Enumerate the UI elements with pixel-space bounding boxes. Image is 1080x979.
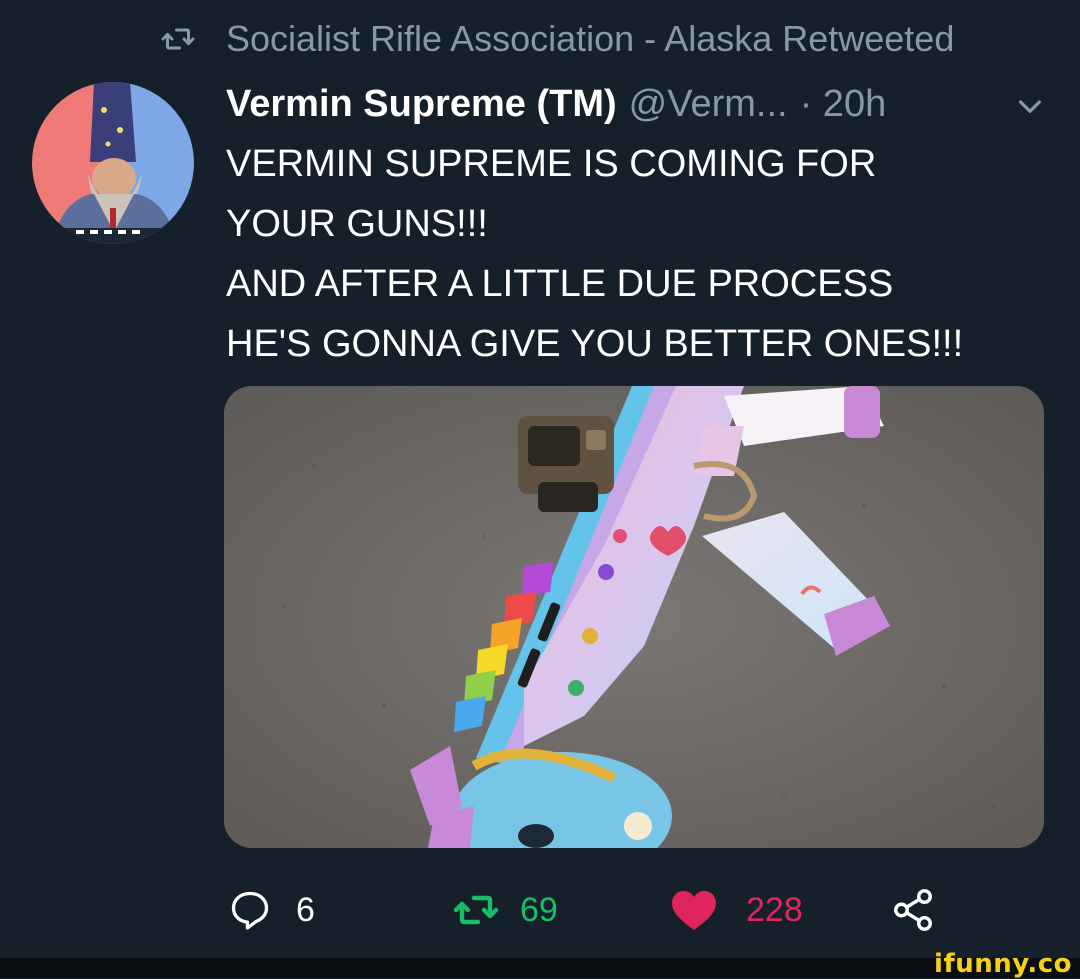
tweet-text-line: HE'S GONNA GIVE YOU BETTER ONES!!!	[226, 323, 964, 365]
tweet-text-line: YOUR GUNS!!!	[226, 203, 488, 245]
tweet-text-line: AND AFTER A LITTLE DUE PROCESS	[226, 263, 894, 305]
share-icon	[894, 889, 932, 931]
share-button[interactable]	[890, 880, 936, 940]
user-handle[interactable]: @Verm...	[629, 83, 788, 126]
retweet-context-text: Socialist Rifle Association - Alaska Ret…	[226, 18, 955, 59]
tweet-actions: 6 69 228	[224, 880, 984, 940]
heart-icon	[672, 891, 716, 930]
retweet-icon	[161, 28, 195, 50]
retweet-button[interactable]: 69	[452, 880, 558, 940]
retweet-context[interactable]: Socialist Rifle Association - Alaska Ret…	[160, 14, 954, 64]
retweet-count: 69	[520, 890, 558, 929]
reply-button[interactable]: 6	[228, 880, 315, 940]
tweet-media-image[interactable]	[224, 386, 1044, 848]
reply-count: 6	[296, 890, 315, 929]
tweet-header: Vermin Supreme (TM) @Verm... · 20h	[226, 78, 886, 130]
like-count: 228	[746, 890, 803, 929]
ifunny-watermark: ifunny.co	[934, 949, 1072, 979]
reply-icon	[231, 891, 269, 930]
retweet-icon	[453, 895, 499, 925]
avatar[interactable]	[32, 82, 194, 244]
tweet-time[interactable]: · 20h	[800, 83, 887, 126]
like-button[interactable]: 228	[670, 880, 803, 940]
tweet-text: VERMIN SUPREME IS COMING FOR YOUR GUNS!!…	[226, 134, 1056, 374]
display-name[interactable]: Vermin Supreme (TM)	[226, 83, 617, 126]
chevron-down-icon[interactable]	[1014, 90, 1046, 122]
bottom-bar	[0, 958, 1080, 978]
tweet-text-line: VERMIN SUPREME IS COMING FOR	[226, 143, 877, 185]
